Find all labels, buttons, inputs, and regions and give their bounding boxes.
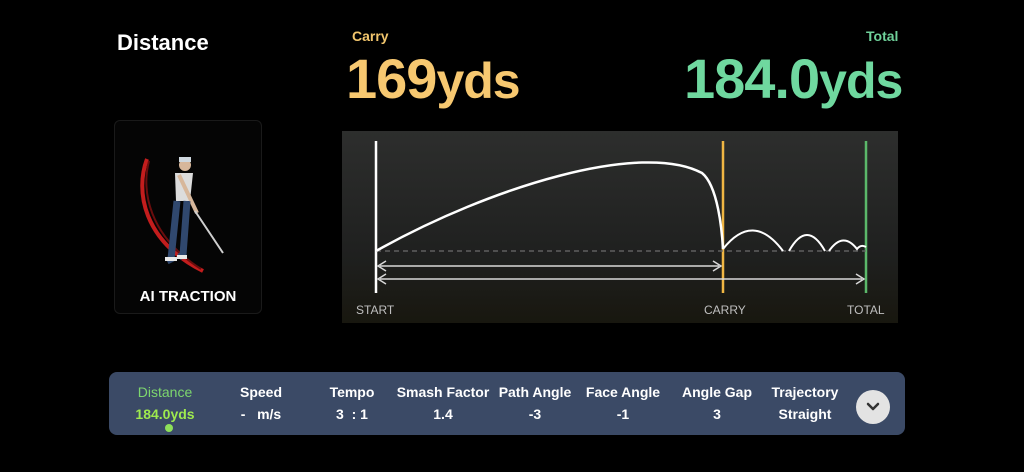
stat-label: Speed <box>239 384 282 400</box>
stat-smash-factor[interactable]: Smash Factor 1.4 <box>391 384 495 422</box>
stat-value: - m/s <box>240 406 282 422</box>
active-indicator-dot <box>165 424 173 432</box>
stat-face-angle[interactable]: Face Angle -1 <box>583 384 663 422</box>
carry-label: Carry <box>352 28 389 44</box>
stat-value: 184.0yds <box>135 406 195 422</box>
stat-label: Trajectory <box>771 384 839 400</box>
stat-tempo[interactable]: Tempo 3 : 1 <box>319 384 385 422</box>
ai-traction-label: AI TRACTION <box>139 288 237 305</box>
total-marker-label: TOTAL <box>847 303 885 317</box>
stat-value: Straight <box>778 406 832 422</box>
golfer-icon <box>140 157 224 273</box>
stat-angle-gap[interactable]: Angle Gap 3 <box>677 384 757 422</box>
start-label: START <box>356 303 395 317</box>
stat-value: 3 : 1 <box>336 406 368 422</box>
stat-label: Path Angle <box>498 384 572 400</box>
stat-value: 3 <box>713 406 721 422</box>
total-unit: yds <box>819 53 903 109</box>
total-label: Total <box>866 28 899 44</box>
carry-marker-label: CARRY <box>704 303 746 317</box>
stat-label: Smash Factor <box>396 384 490 400</box>
stat-value: 1.4 <box>433 406 453 422</box>
stat-path-angle[interactable]: Path Angle -3 <box>495 384 575 422</box>
flight-path-chart <box>374 141 868 293</box>
stat-trajectory[interactable]: Trajectory Straight <box>765 384 845 422</box>
carry-number: 169 <box>346 47 437 110</box>
total-number: 184.0 <box>684 47 820 110</box>
ball-flight-graph: START CARRY TOTAL <box>342 131 898 323</box>
chevron-down-icon <box>866 402 880 411</box>
stat-speed[interactable]: Speed - m/s <box>229 384 293 422</box>
stat-value: -3 <box>528 406 542 422</box>
distance-title: Distance <box>117 30 209 55</box>
stat-label: Angle Gap <box>681 384 752 400</box>
carry-value: 169yds <box>346 46 521 111</box>
stat-label: Face Angle <box>585 384 661 400</box>
total-value: 184.0yds <box>684 46 903 111</box>
ai-traction-card[interactable]: AI TRACTION <box>114 120 262 314</box>
stat-distance[interactable]: Distance 184.0yds <box>129 384 201 422</box>
stat-label: Tempo <box>329 384 375 400</box>
stat-label: Distance <box>137 384 193 400</box>
carry-unit: yds <box>436 53 520 109</box>
stat-value: -1 <box>616 406 630 422</box>
expand-stats-button[interactable] <box>856 390 890 424</box>
stats-bar: Distance 184.0yds Speed - m/s Tempo 3 : … <box>109 372 905 435</box>
